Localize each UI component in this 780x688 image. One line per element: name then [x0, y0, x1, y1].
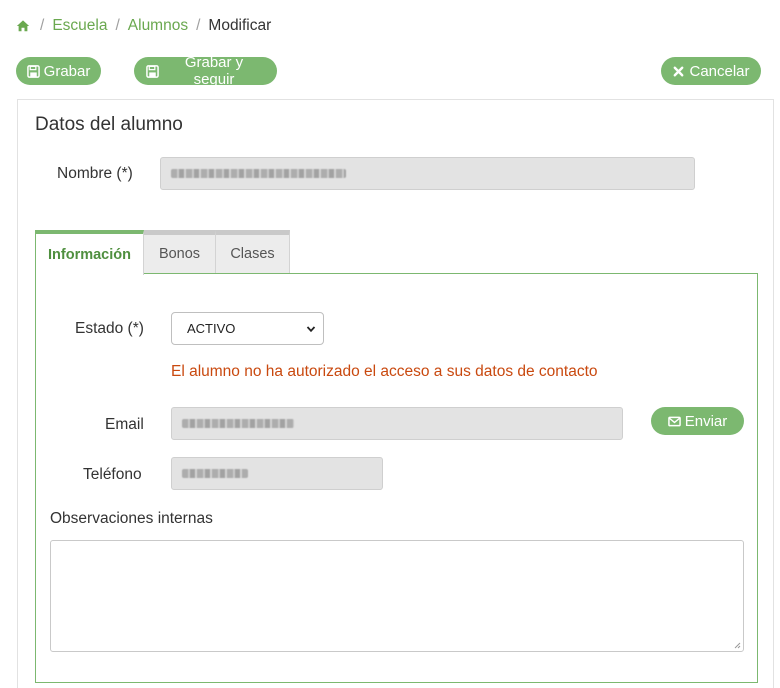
resize-handle-icon[interactable] [734, 642, 741, 649]
phone-label: Teléfono [83, 466, 142, 483]
floppy-disk-icon [26, 64, 40, 78]
tab-label: Bonos [158, 246, 201, 262]
redacted-value [182, 419, 294, 428]
tab-bonos[interactable]: Bonos [143, 230, 216, 273]
notes-textarea[interactable] [50, 540, 744, 652]
panel-title: Datos del alumno [35, 114, 183, 135]
tab-content-informacion: Estado (*) ACTIVO El alumno no ha autori… [35, 273, 758, 683]
save-and-continue-label: Grabar y seguir [184, 54, 244, 88]
status-select[interactable]: ACTIVO [171, 312, 324, 345]
tab-informacion[interactable]: Información [35, 230, 144, 275]
page: / Escuela / Alumnos / Modificar Grabar G… [0, 0, 780, 688]
tab-clases[interactable]: Clases [215, 230, 290, 273]
close-icon [674, 66, 684, 76]
email-label: Email [105, 416, 144, 433]
floppy-disk-icon [146, 64, 159, 78]
save-button-label: Grabar [43, 62, 91, 80]
cancel-button-label: Cancelar [689, 62, 750, 80]
cancel-button[interactable]: Cancelar [661, 57, 761, 85]
redacted-value [182, 469, 248, 478]
email-field[interactable] [171, 407, 623, 440]
breadcrumb-separator: / [40, 17, 45, 34]
breadcrumb-separator: / [196, 17, 201, 34]
breadcrumb-escuela[interactable]: Escuela [52, 17, 107, 35]
save-and-continue-button[interactable]: Grabar y seguir [134, 54, 277, 88]
status-label: Estado (*) [75, 320, 144, 337]
student-panel: Datos del alumno Nombre (*) Información … [17, 99, 774, 688]
phone-field[interactable] [171, 457, 383, 490]
name-label: Nombre (*) [57, 165, 133, 182]
envelope-icon [667, 416, 681, 426]
chevron-down-icon [306, 326, 316, 333]
tab-label: Información [48, 246, 131, 263]
notes-label: Observaciones internas [50, 510, 213, 527]
tab-label: Clases [230, 246, 275, 262]
send-email-button[interactable]: Enviar [651, 407, 744, 435]
breadcrumb: / Escuela / Alumnos / Modificar [16, 17, 271, 35]
breadcrumb-separator: / [115, 17, 120, 34]
status-select-value: ACTIVO [187, 321, 236, 336]
send-button-label: Enviar [684, 412, 728, 430]
redacted-value [171, 169, 346, 178]
contact-consent-warning: El alumno no ha autorizado el acceso a s… [171, 363, 598, 380]
save-button[interactable]: Grabar [16, 57, 101, 85]
breadcrumb-alumnos[interactable]: Alumnos [128, 17, 188, 35]
name-field[interactable] [160, 157, 695, 190]
breadcrumb-current: Modificar [208, 17, 272, 34]
home-icon[interactable] [16, 19, 30, 33]
